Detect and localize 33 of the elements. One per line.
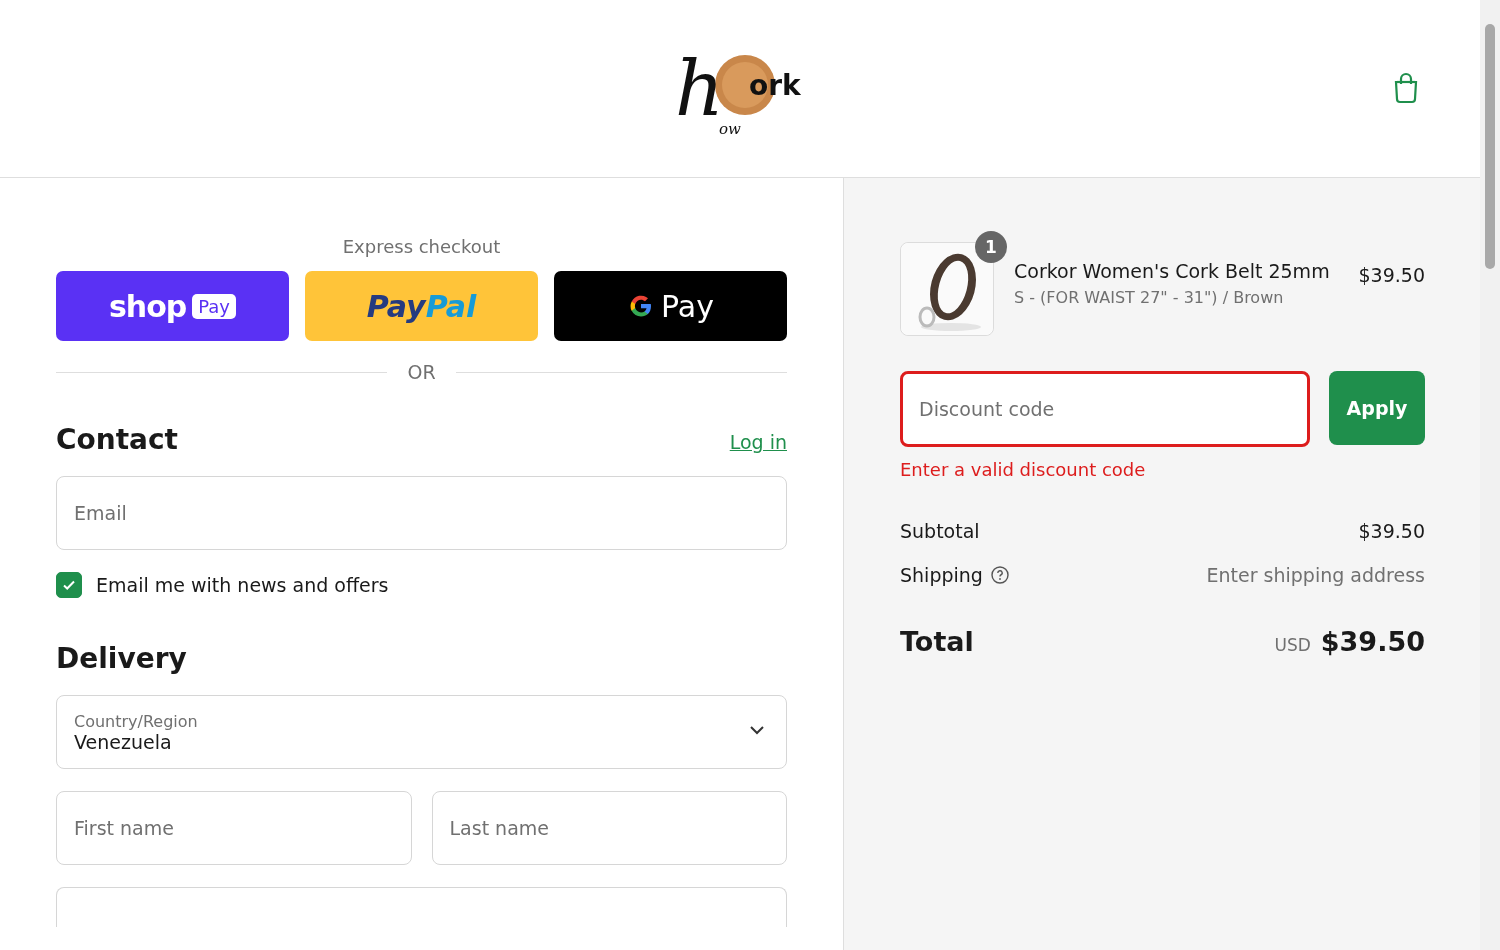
chevron-down-icon [750,726,764,735]
currency-label: USD [1274,635,1311,655]
product-name: Corkor Women's Cork Belt 25mm [1014,259,1331,282]
shopping-bag-icon[interactable] [1392,70,1420,104]
newsletter-label: Email me with news and offers [96,574,389,596]
last-name-field[interactable]: Last name [431,791,787,865]
delivery-heading: Delivery [56,642,188,675]
help-icon[interactable] [990,566,1009,584]
subtotal-value: $39.50 [1358,520,1425,542]
contact-heading: Contact [56,423,178,456]
or-divider-label: OR [407,361,436,383]
shipping-label: Shipping [900,564,983,586]
google-pay-button[interactable]: Pay [554,271,787,341]
total-value: $39.50 [1320,626,1425,657]
shipping-value: Enter shipping address [1206,564,1425,586]
product-price: $39.50 [1358,264,1425,286]
shop-pay-button[interactable]: shop Pay [56,271,289,341]
apply-button[interactable]: Apply [1329,371,1425,445]
total-label: Total [900,626,974,657]
newsletter-checkbox[interactable] [56,572,82,598]
product-variant: S - (FOR WAIST 27" - 31") / Brown [1014,287,1285,307]
scrollbar[interactable] [1480,0,1500,950]
quantity-badge: 1 [975,231,1007,263]
log-in-link[interactable]: Log in [729,431,787,453]
first-name-field[interactable]: First name [56,791,412,865]
country-select[interactable]: Country/Region Venezuela [56,695,787,769]
paypal-button[interactable]: PayPal [305,271,538,341]
discount-code-field[interactable]: Discount code [900,371,1310,447]
address-field[interactable] [56,887,787,927]
error-message: Enter a valid discount code [900,459,1147,480]
subtotal-label: Subtotal [900,520,980,542]
email-field[interactable]: Email [56,476,787,550]
express-checkout-title: Express checkout [341,236,502,257]
